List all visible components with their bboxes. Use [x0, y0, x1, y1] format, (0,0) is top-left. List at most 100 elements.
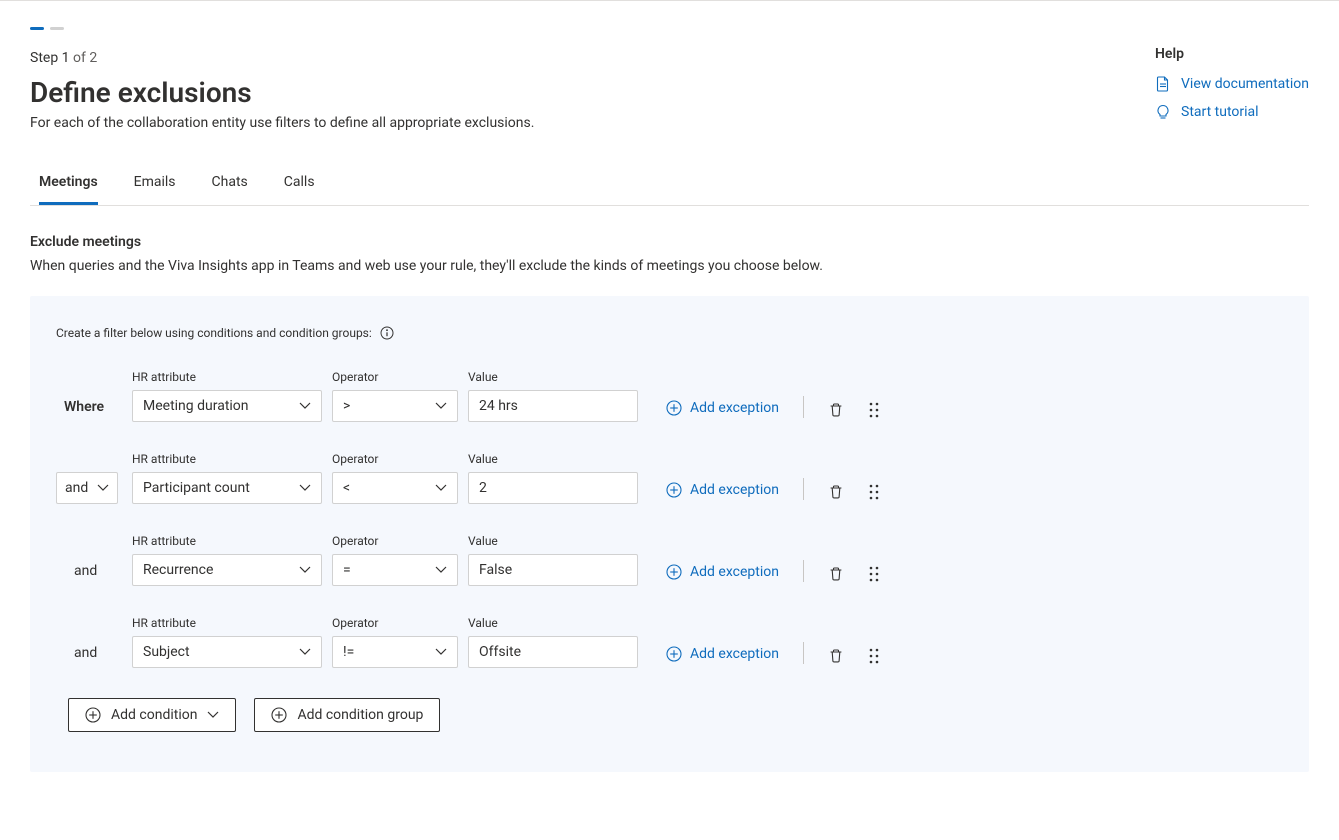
operator-select[interactable]: !=: [332, 636, 458, 668]
add-condition-label: Add condition: [111, 707, 197, 723]
add-exception-label: Add exception: [690, 400, 779, 416]
drag-dots-icon: [868, 484, 880, 500]
info-icon[interactable]: [380, 326, 394, 340]
add-condition-group-button[interactable]: Add condition group: [254, 698, 440, 732]
value-input[interactable]: 2: [468, 472, 638, 504]
step-total: of 2: [70, 50, 98, 66]
plus-circle-icon: [666, 564, 682, 580]
chevron-down-icon: [435, 648, 447, 656]
conjunction-value: and: [65, 480, 88, 496]
chevron-down-icon: [435, 484, 447, 492]
filter-card: Create a filter below using conditions a…: [30, 296, 1309, 772]
chevron-down-icon: [435, 566, 447, 574]
help-heading: Help: [1155, 46, 1309, 62]
view-documentation-link[interactable]: View documentation: [1155, 76, 1309, 92]
step-progress: [30, 1, 1309, 30]
attribute-value: Subject: [143, 644, 190, 660]
page-subtitle: For each of the collaboration entity use…: [30, 115, 534, 131]
drag-handle[interactable]: [868, 648, 880, 664]
drag-dots-icon: [868, 402, 880, 418]
add-condition-group-label: Add condition group: [297, 707, 423, 723]
value-input[interactable]: False: [468, 554, 638, 586]
value-text: False: [479, 562, 512, 578]
divider: [803, 560, 804, 582]
op-label: Operator: [332, 534, 458, 548]
delete-button[interactable]: [828, 402, 844, 418]
op-label: Operator: [332, 370, 458, 384]
chevron-down-icon: [299, 402, 311, 410]
add-exception-label: Add exception: [690, 482, 779, 498]
plus-circle-icon: [271, 707, 287, 723]
divider: [803, 642, 804, 664]
trash-icon: [828, 566, 844, 582]
step-label: Step 1 of 2: [30, 50, 534, 66]
val-label: Value: [468, 616, 638, 630]
tab-calls[interactable]: Calls: [284, 162, 315, 205]
value-text: Offsite: [479, 644, 521, 660]
operator-value: <: [343, 480, 350, 496]
conjunction-label: and: [56, 645, 97, 668]
attribute-select[interactable]: Recurrence: [132, 554, 322, 586]
add-exception-button[interactable]: Add exception: [666, 564, 779, 580]
drag-dots-icon: [868, 648, 880, 664]
operator-select[interactable]: >: [332, 390, 458, 422]
add-exception-button[interactable]: Add exception: [666, 482, 779, 498]
section-desc: When queries and the Viva Insights app i…: [30, 258, 1309, 274]
value-text: 2: [479, 480, 487, 496]
trash-icon: [828, 402, 844, 418]
val-label: Value: [468, 452, 638, 466]
operator-value: >: [343, 398, 350, 414]
section-heading: Exclude meetings: [30, 234, 1309, 250]
val-label: Value: [468, 534, 638, 548]
trash-icon: [828, 648, 844, 664]
value-input[interactable]: 24 hrs: [468, 390, 638, 422]
chevron-down-icon: [435, 402, 447, 410]
attr-label: HR attribute: [132, 534, 322, 548]
drag-handle[interactable]: [868, 566, 880, 582]
condition-row: and HR attribute Participant count Opera…: [56, 452, 1283, 504]
lightbulb-icon: [1155, 104, 1171, 120]
delete-button[interactable]: [828, 484, 844, 500]
drag-handle[interactable]: [868, 484, 880, 500]
drag-dots-icon: [868, 566, 880, 582]
attribute-value: Participant count: [143, 480, 250, 496]
delete-button[interactable]: [828, 648, 844, 664]
operator-value: =: [343, 562, 351, 578]
attribute-value: Recurrence: [143, 562, 213, 578]
plus-circle-icon: [666, 646, 682, 662]
attr-label: HR attribute: [132, 370, 322, 384]
drag-handle[interactable]: [868, 402, 880, 418]
add-exception-label: Add exception: [690, 646, 779, 662]
val-label: Value: [468, 370, 638, 384]
conjunction-select[interactable]: and: [56, 472, 118, 504]
delete-button[interactable]: [828, 566, 844, 582]
value-input[interactable]: Offsite: [468, 636, 638, 668]
chevron-down-icon: [207, 711, 219, 719]
operator-select[interactable]: <: [332, 472, 458, 504]
trash-icon: [828, 484, 844, 500]
attr-label: HR attribute: [132, 616, 322, 630]
attr-label: HR attribute: [132, 452, 322, 466]
start-tutorial-label: Start tutorial: [1181, 104, 1259, 120]
condition-row: Where HR attribute Meeting duration Oper…: [56, 370, 1283, 422]
attribute-select[interactable]: Participant count: [132, 472, 322, 504]
document-icon: [1155, 76, 1171, 92]
add-condition-button[interactable]: Add condition: [68, 698, 236, 732]
operator-select[interactable]: =: [332, 554, 458, 586]
start-tutorial-link[interactable]: Start tutorial: [1155, 104, 1309, 120]
attribute-select[interactable]: Subject: [132, 636, 322, 668]
where-label: Where: [56, 399, 104, 422]
chevron-down-icon: [299, 484, 311, 492]
add-exception-button[interactable]: Add exception: [666, 400, 779, 416]
divider: [803, 396, 804, 418]
divider: [803, 478, 804, 500]
condition-row: and HR attribute Subject Operator !=: [56, 616, 1283, 668]
attribute-select[interactable]: Meeting duration: [132, 390, 322, 422]
tab-chats[interactable]: Chats: [212, 162, 248, 205]
add-exception-label: Add exception: [690, 564, 779, 580]
tab-meetings[interactable]: Meetings: [39, 162, 98, 205]
add-exception-button[interactable]: Add exception: [666, 646, 779, 662]
tab-emails[interactable]: Emails: [134, 162, 176, 205]
attribute-value: Meeting duration: [143, 398, 249, 414]
plus-circle-icon: [666, 400, 682, 416]
